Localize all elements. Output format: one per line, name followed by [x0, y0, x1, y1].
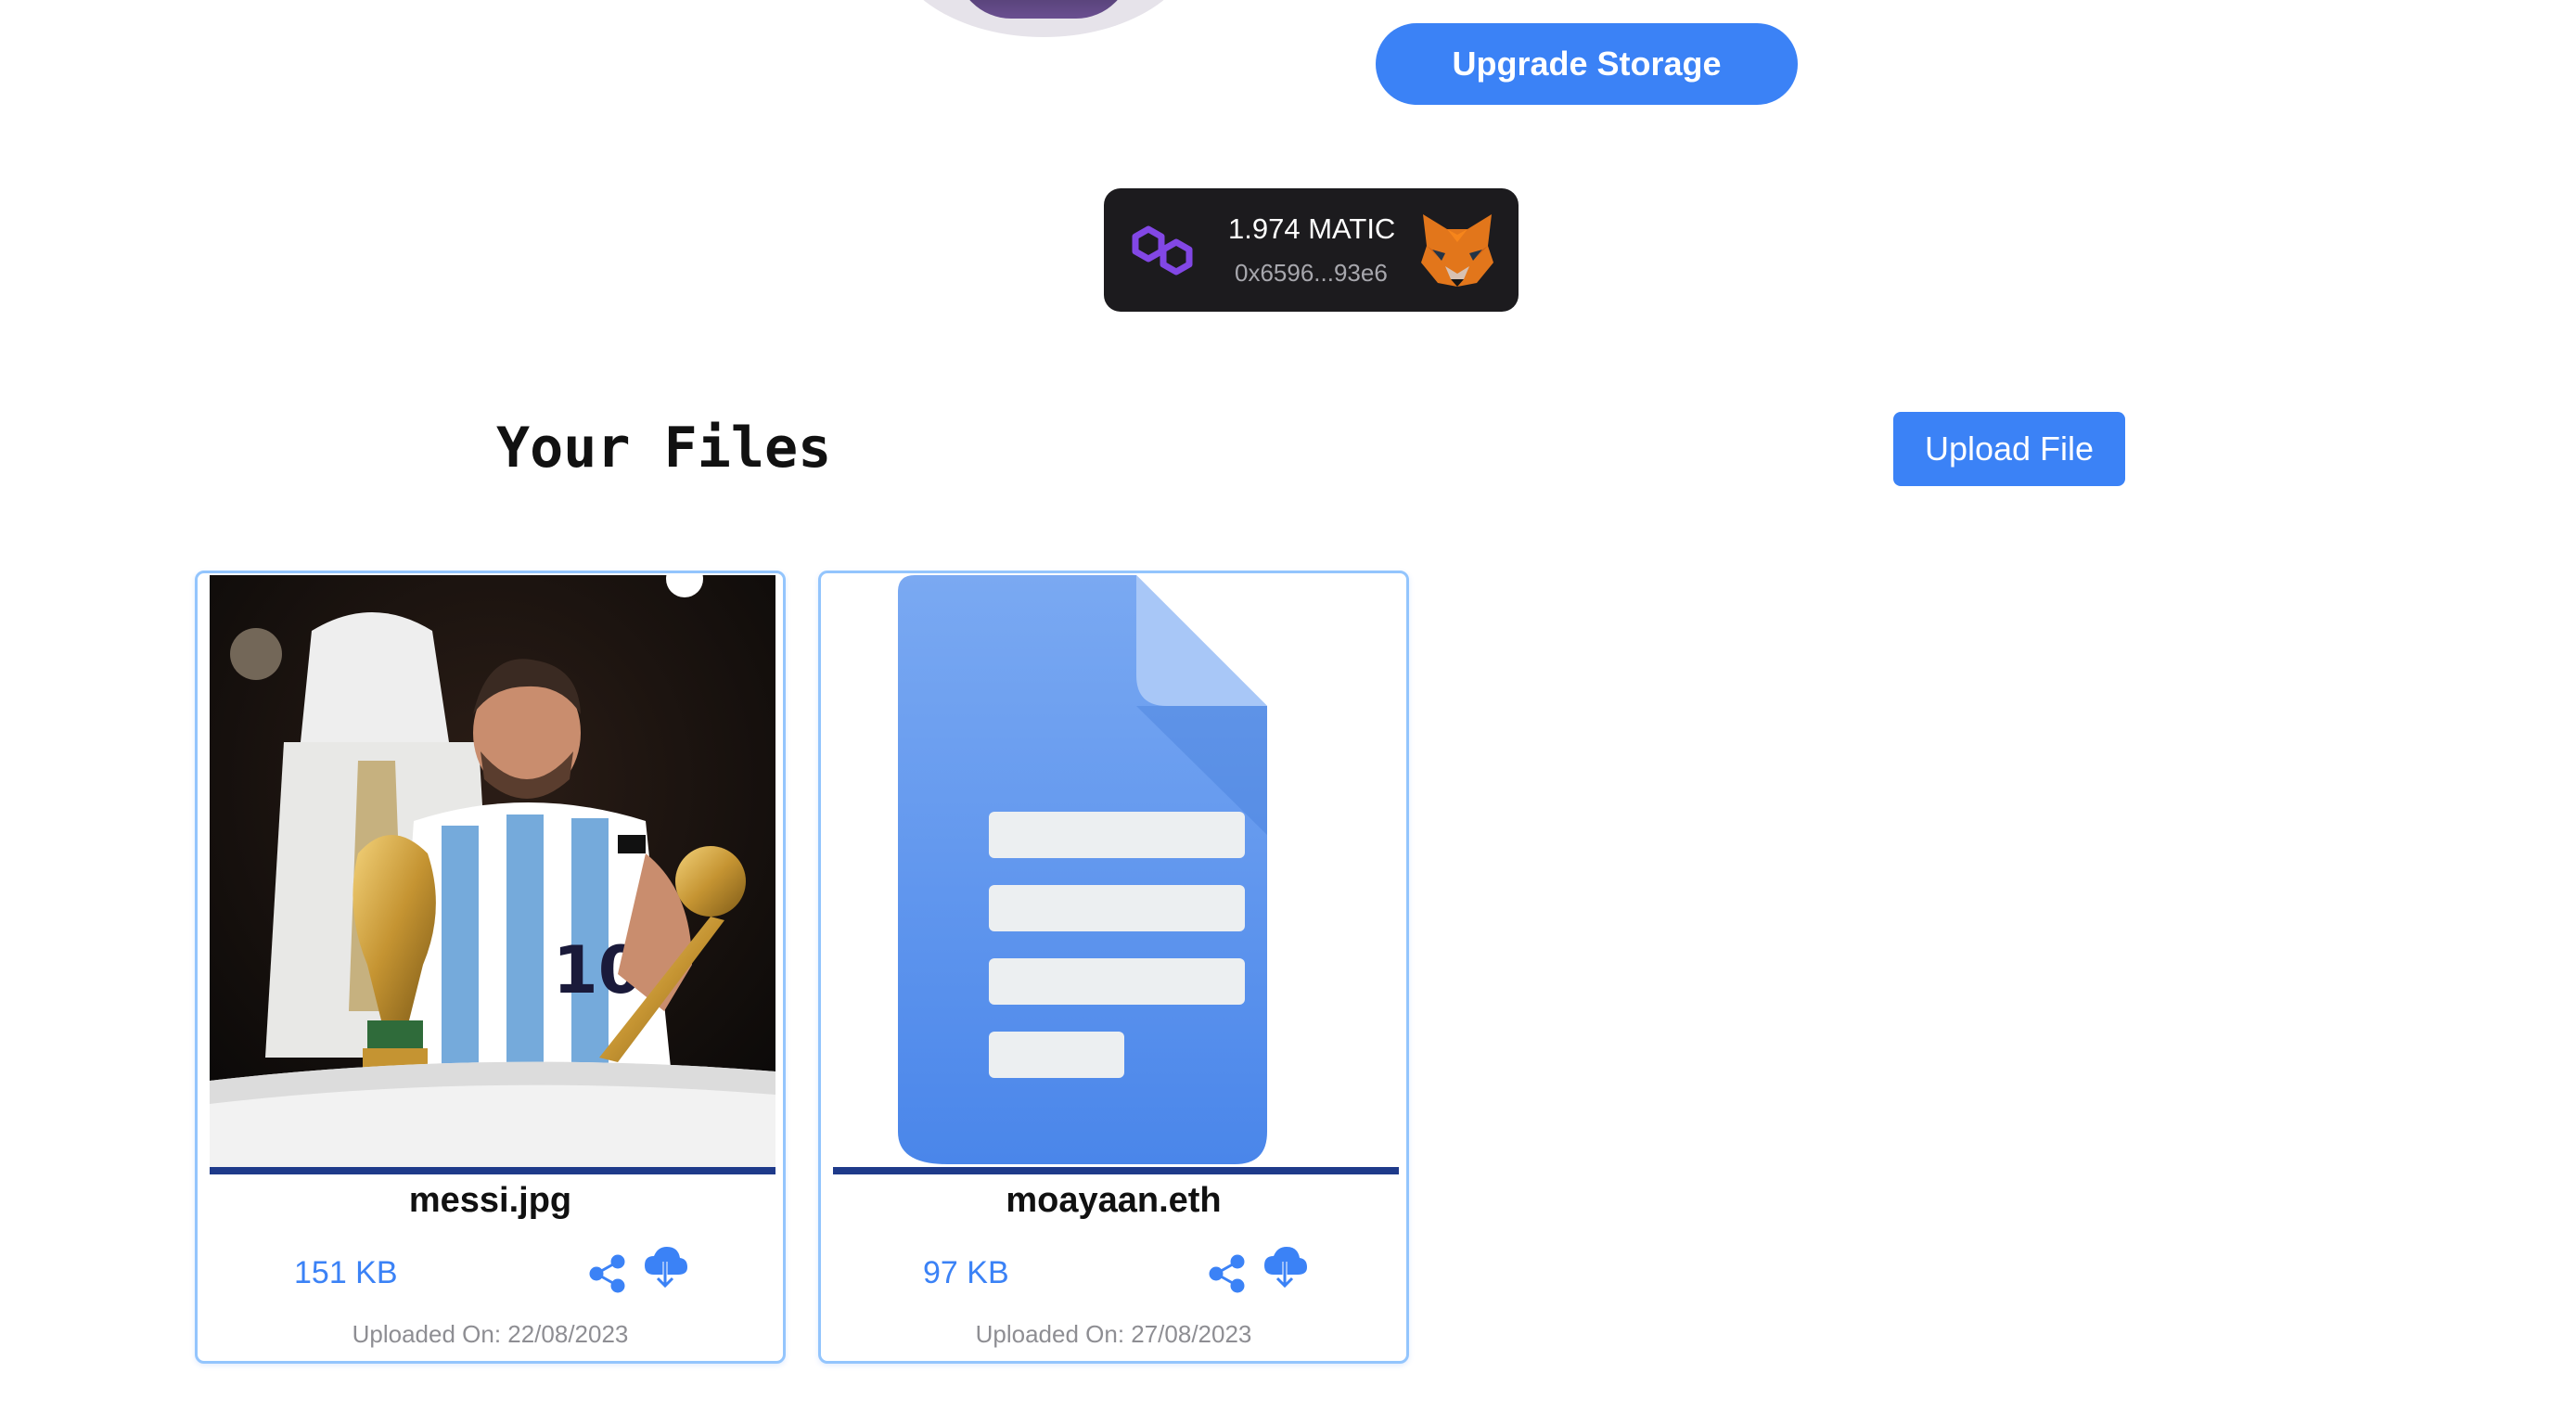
- metamask-fox-icon: [1421, 214, 1493, 287]
- upload-file-button[interactable]: Upload File: [1893, 412, 2125, 486]
- cloud-download-icon[interactable]: [1261, 1243, 1309, 1291]
- wallet-badge[interactable]: 1.974 MATIC 0x6596...93e6: [1104, 188, 1519, 312]
- your-files-heading: Your Files: [496, 416, 832, 481]
- file-name: messi.jpg: [408, 1181, 572, 1220]
- cloud-download-icon[interactable]: [641, 1243, 689, 1291]
- profile-avatar[interactable]: [891, 0, 1197, 37]
- file-size: 151 KB: [294, 1255, 398, 1290]
- thumbnail-divider: [833, 1167, 1399, 1174]
- upload-date: Uploaded On: 22/08/2023: [352, 1320, 629, 1348]
- polygon-icon: [1132, 225, 1193, 276]
- file-size: 97 KB: [923, 1255, 1009, 1290]
- wallet-address: 0x6596...93e6: [1235, 259, 1388, 287]
- avatar-image: [955, 0, 1132, 19]
- share-icon[interactable]: [1207, 1253, 1248, 1294]
- wallet-balance: 1.974 MATIC: [1228, 212, 1396, 245]
- page: Upgrade Storage 1.974 MATIC 0x6596...93e…: [0, 0, 2576, 1411]
- document-icon: [898, 575, 1267, 1164]
- share-icon[interactable]: [587, 1253, 628, 1294]
- file-thumbnail-photo[interactable]: 10: [210, 575, 775, 1169]
- upload-date: Uploaded On: 27/08/2023: [975, 1320, 1252, 1348]
- file-card[interactable]: 10 messi.jpg 151 KB Uploaded On: 22/08/2…: [195, 571, 786, 1364]
- file-card[interactable]: moayaan.eth 97 KB Uploaded On: 27/08/202…: [818, 571, 1409, 1364]
- file-name: moayaan.eth: [1006, 1181, 1222, 1220]
- upgrade-storage-button[interactable]: Upgrade Storage: [1376, 23, 1798, 105]
- thumbnail-divider: [210, 1167, 775, 1174]
- photo-image: 10: [210, 575, 775, 1169]
- file-thumbnail-document[interactable]: [833, 575, 1399, 1169]
